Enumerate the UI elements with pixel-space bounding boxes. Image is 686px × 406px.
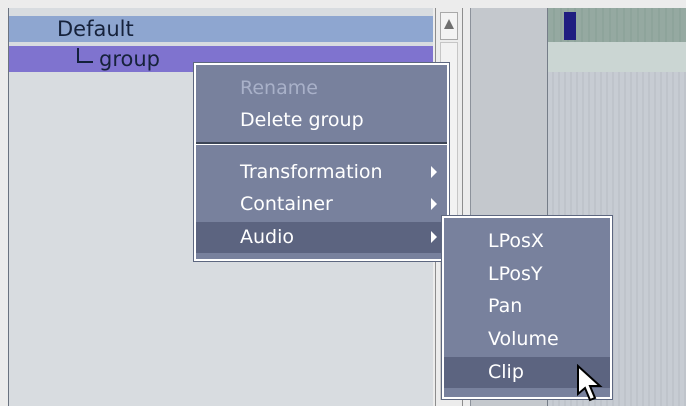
submenu-item-label: Pan <box>488 295 523 317</box>
menu-separator <box>196 142 447 145</box>
timeline-header <box>548 8 686 42</box>
mouse-pointer-icon <box>577 364 603 402</box>
submenu-item-label: Volume <box>488 328 559 350</box>
menu-item-label: Audio <box>240 226 295 248</box>
tree-item-label: Default <box>57 17 134 41</box>
context-menu: Rename Delete group Transformation Conta… <box>194 63 449 261</box>
submenu-item-lposy[interactable]: LPosY <box>444 259 610 290</box>
menu-item-label: Container <box>240 193 333 215</box>
tree-item-default[interactable]: Default <box>9 16 433 42</box>
chevron-right-icon <box>431 231 437 243</box>
submenu-item-label: Clip <box>488 361 524 383</box>
submenu-item-label: LPosX <box>488 230 544 252</box>
menu-item-label: Rename <box>240 77 318 99</box>
submenu-item-volume[interactable]: Volume <box>444 324 610 355</box>
menu-item-audio[interactable]: Audio <box>196 222 447 253</box>
tree-item-label: group <box>99 47 160 71</box>
submenu-item-lposx[interactable]: LPosX <box>444 226 610 257</box>
timeline-marker[interactable] <box>564 12 576 40</box>
timeline-row <box>548 42 686 72</box>
menu-item-container[interactable]: Container <box>196 189 447 220</box>
scroll-up-arrow-icon[interactable] <box>440 12 458 40</box>
submenu-item-label: LPosY <box>488 263 543 285</box>
menu-item-delete-group[interactable]: Delete group <box>196 105 447 136</box>
menu-item-transformation[interactable]: Transformation <box>196 157 447 188</box>
submenu-item-pan[interactable]: Pan <box>444 291 610 322</box>
tree-branch-icon <box>77 48 93 63</box>
menu-item-rename[interactable]: Rename <box>196 73 447 104</box>
menu-item-label: Transformation <box>240 161 383 183</box>
menu-item-label: Delete group <box>240 109 364 131</box>
chevron-right-icon <box>431 166 437 178</box>
app-window: Default group Rename Delete group Transf… <box>0 0 686 406</box>
chevron-right-icon <box>431 198 437 210</box>
